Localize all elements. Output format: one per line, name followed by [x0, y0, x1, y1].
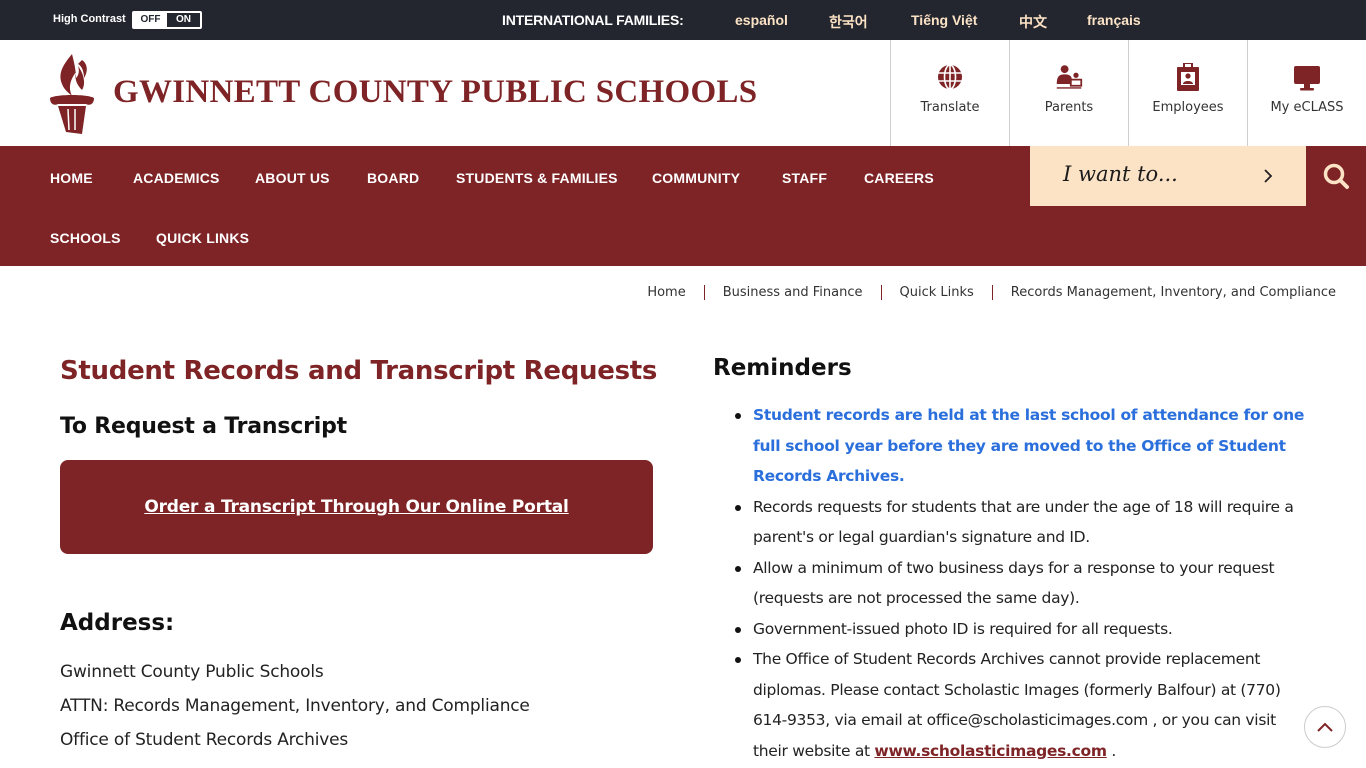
- breadcrumb-current: Records Management, Inventory, and Compl…: [1010, 285, 1336, 300]
- reminder-suffix: .: [1106, 741, 1116, 760]
- monitor-icon: [1294, 66, 1320, 91]
- utility-bar: High Contrast OFF ON INTERNATIONAL FAMIL…: [0, 0, 1366, 40]
- i-want-to-label: I want to...: [1063, 162, 1178, 186]
- torch-logo-icon[interactable]: [48, 52, 96, 136]
- reminders-heading: Reminders: [713, 355, 852, 381]
- search-icon: [1323, 163, 1349, 189]
- nav-schools[interactable]: SCHOOLS: [50, 230, 121, 246]
- i-want-to-dropdown[interactable]: I want to...: [1030, 146, 1306, 206]
- nav-students-families[interactable]: STUDENTS & FAMILIES: [456, 170, 618, 186]
- back-to-top-button[interactable]: [1304, 706, 1346, 748]
- transcript-portal-box: Order a Transcript Through Our Online Po…: [60, 460, 653, 554]
- toggle-on-option[interactable]: ON: [167, 13, 200, 27]
- international-families-label: INTERNATIONAL FAMILIES:: [502, 12, 684, 28]
- high-contrast-label: High Contrast: [53, 13, 126, 25]
- lang-spanish-link[interactable]: español: [735, 12, 788, 28]
- reminder-item: The Office of Student Records Archives c…: [735, 644, 1313, 766]
- quick-access-tiles: Translate Parents Employees My eCLASS: [890, 40, 1366, 146]
- employees-tile[interactable]: Employees: [1128, 40, 1247, 146]
- address-line: Gwinnett County Public Schools: [60, 662, 324, 682]
- breadcrumb-business-finance[interactable]: Business and Finance: [723, 285, 863, 300]
- translate-label: Translate: [920, 100, 980, 115]
- site-header: GWINNETT COUNTY PUBLIC SCHOOLS Translate…: [0, 40, 1366, 146]
- employee-badge-icon: [1177, 63, 1199, 91]
- search-button[interactable]: [1306, 146, 1366, 206]
- breadcrumb-home[interactable]: Home: [647, 285, 685, 300]
- employees-label: Employees: [1152, 100, 1224, 115]
- chevron-right-icon: [1264, 169, 1273, 183]
- reminder-item: Records requests for students that are u…: [735, 492, 1313, 553]
- my-eclass-label: My eCLASS: [1270, 100, 1344, 115]
- main-navigation: HOME ACADEMICS ABOUT US BOARD STUDENTS &…: [0, 146, 1366, 266]
- address-line: ATTN: Records Management, Inventory, and…: [60, 696, 530, 716]
- toggle-off-option[interactable]: OFF: [134, 13, 167, 27]
- nav-careers[interactable]: CAREERS: [864, 170, 934, 186]
- chevron-up-icon: [1317, 722, 1333, 732]
- lang-chinese-link[interactable]: 中文: [1019, 12, 1047, 32]
- my-eclass-tile[interactable]: My eCLASS: [1247, 40, 1366, 146]
- nav-about-us[interactable]: ABOUT US: [255, 170, 330, 186]
- parents-icon: [1056, 65, 1083, 89]
- breadcrumb-separator: [991, 285, 993, 300]
- page-title: Student Records and Transcript Requests: [60, 356, 658, 386]
- breadcrumb-separator: [880, 285, 882, 300]
- nav-staff[interactable]: STAFF: [782, 170, 827, 186]
- parents-tile[interactable]: Parents: [1009, 40, 1128, 146]
- nav-board[interactable]: BOARD: [367, 170, 419, 186]
- district-name-logo[interactable]: GWINNETT COUNTY PUBLIC SCHOOLS: [113, 74, 757, 111]
- nav-home[interactable]: HOME: [50, 170, 93, 186]
- translate-tile[interactable]: Translate: [890, 40, 1009, 146]
- request-transcript-heading: To Request a Transcript: [60, 414, 347, 439]
- reminder-item: Student records are held at the last sch…: [735, 400, 1313, 492]
- address-line: Office of Student Records Archives: [60, 730, 349, 750]
- reminder-item: Government-issued photo ID is required f…: [735, 614, 1313, 645]
- lang-french-link[interactable]: français: [1087, 12, 1141, 28]
- breadcrumb-quick-links[interactable]: Quick Links: [900, 285, 974, 300]
- scholastic-images-link[interactable]: www.scholasticimages.com: [874, 742, 1107, 760]
- nav-quick-links[interactable]: QUICK LINKS: [156, 230, 249, 246]
- breadcrumb: Home Business and Finance Quick Links Re…: [647, 285, 1336, 300]
- globe-icon: [938, 64, 962, 90]
- address-heading: Address:: [60, 610, 175, 636]
- nav-community[interactable]: COMMUNITY: [652, 170, 740, 186]
- lang-vietnamese-link[interactable]: Tiếng Việt: [911, 12, 977, 28]
- reminders-list: Student records are held at the last sch…: [735, 400, 1313, 766]
- reminder-item: Allow a minimum of two business days for…: [735, 553, 1313, 614]
- nav-academics[interactable]: ACADEMICS: [133, 170, 220, 186]
- lang-korean-link[interactable]: 한국어: [829, 12, 868, 32]
- high-contrast-toggle[interactable]: OFF ON: [132, 11, 202, 29]
- order-transcript-link[interactable]: Order a Transcript Through Our Online Po…: [144, 497, 569, 517]
- breadcrumb-separator: [703, 285, 705, 300]
- parents-label: Parents: [1044, 100, 1094, 115]
